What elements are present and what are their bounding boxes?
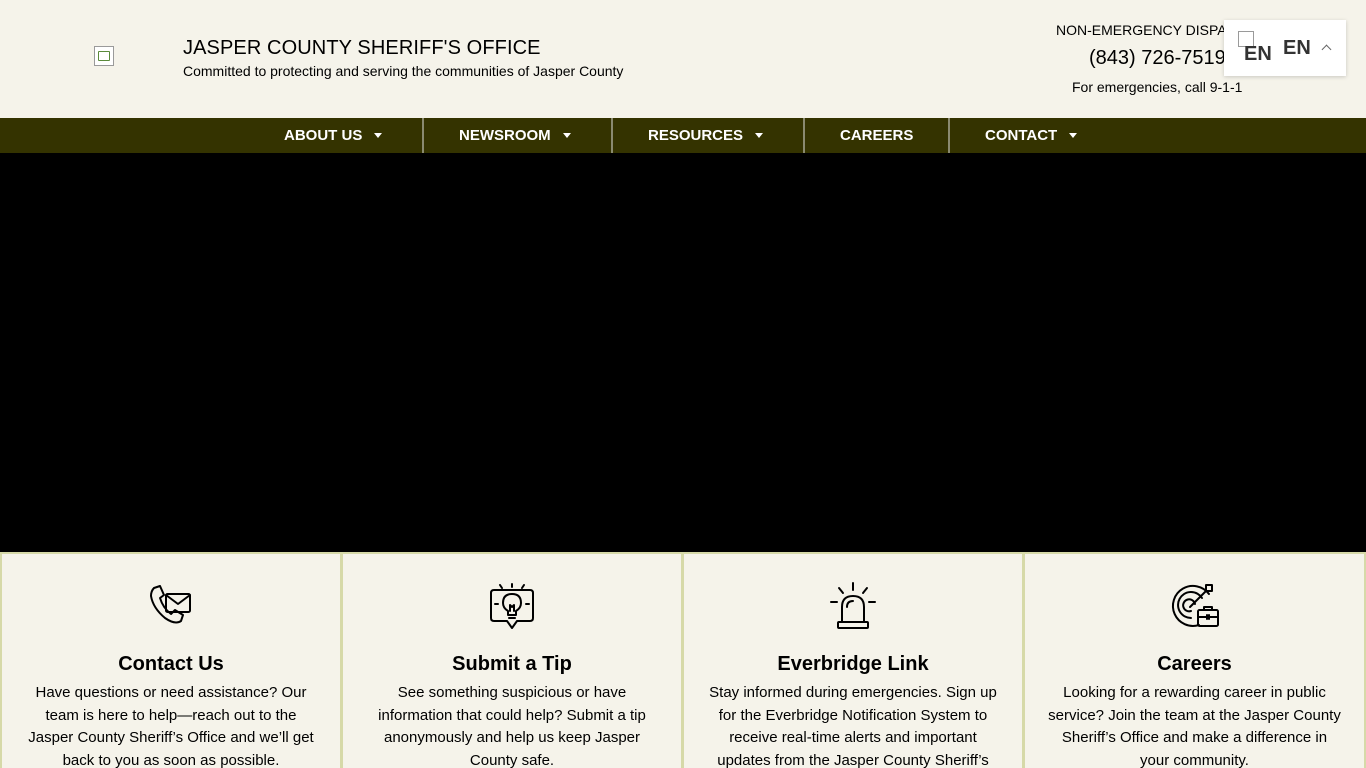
target-briefcase-icon [1171, 584, 1219, 627]
lightbulb-tip-icon [490, 583, 534, 629]
emergency-note: For emergencies, call 9-1-1 [1072, 79, 1243, 95]
card-careers[interactable]: Careers Looking for a rewarding career i… [1023, 552, 1366, 768]
card-everbridge-link[interactable]: Everbridge Link Stay informed during eme… [682, 552, 1024, 768]
english-flag-icon: EN [1238, 31, 1272, 65]
main-navigation: ABOUT US NEWSROOM RESOURCES CAREERS CONT… [0, 118, 1366, 153]
card-title: Submit a Tip [452, 653, 572, 675]
card-text: Stay informed during emergencies. Sign u… [709, 684, 997, 768]
nav-divider [611, 118, 613, 153]
card-title: Contact Us [118, 653, 224, 675]
caret-down-icon [755, 133, 764, 138]
nav-divider [803, 118, 805, 153]
site-title[interactable]: JASPER COUNTY SHERIFF'S OFFICE [183, 37, 541, 60]
card-title: Everbridge Link [777, 653, 929, 675]
card-text: Have questions or need assistance? Our t… [28, 684, 314, 768]
caret-down-icon [374, 133, 383, 138]
caret-down-icon [562, 133, 571, 138]
nav-item-label: CAREERS [840, 127, 914, 144]
card-title: Careers [1157, 653, 1232, 675]
card-submit-a-tip[interactable]: Submit a Tip See something suspicious or… [341, 552, 683, 768]
siren-icon [830, 582, 876, 629]
flag-alt-text: EN [1244, 43, 1272, 65]
card-text: See something suspicious or have informa… [378, 684, 646, 768]
nav-item-contact[interactable]: CONTACT [985, 118, 1078, 153]
caret-down-icon [1069, 133, 1078, 138]
nav-item-label: CONTACT [985, 127, 1058, 144]
site-tagline: Committed to protecting and serving the … [183, 63, 624, 79]
sheriff-logo-image[interactable] [94, 46, 114, 66]
nav-item-label: ABOUT US [284, 127, 363, 144]
dispatch-phone-link[interactable]: (843) 726-7519 [1089, 47, 1226, 70]
nav-item-label: RESOURCES [648, 127, 744, 144]
nav-divider [948, 118, 950, 153]
nav-divider [422, 118, 424, 153]
nav-item-newsroom[interactable]: NEWSROOM [459, 118, 571, 153]
phone-email-icon [150, 585, 191, 624]
hero-video[interactable] [0, 153, 1366, 552]
language-label: EN [1283, 36, 1311, 59]
quick-links: Contact Us Have questions or need assist… [0, 552, 1366, 768]
nav-item-careers[interactable]: CAREERS [840, 118, 913, 153]
nav-item-resources[interactable]: RESOURCES [648, 118, 764, 153]
card-contact-us[interactable]: Contact Us Have questions or need assist… [0, 552, 342, 768]
site-header: JASPER COUNTY SHERIFF'S OFFICE Committed… [0, 0, 1366, 118]
card-text: Looking for a rewarding career in public… [1048, 684, 1341, 768]
nav-item-label: NEWSROOM [459, 127, 551, 144]
language-switcher[interactable]: EN EN [1224, 20, 1346, 76]
chevron-up-icon [1321, 43, 1331, 53]
nav-item-about-us[interactable]: ABOUT US [284, 118, 383, 153]
